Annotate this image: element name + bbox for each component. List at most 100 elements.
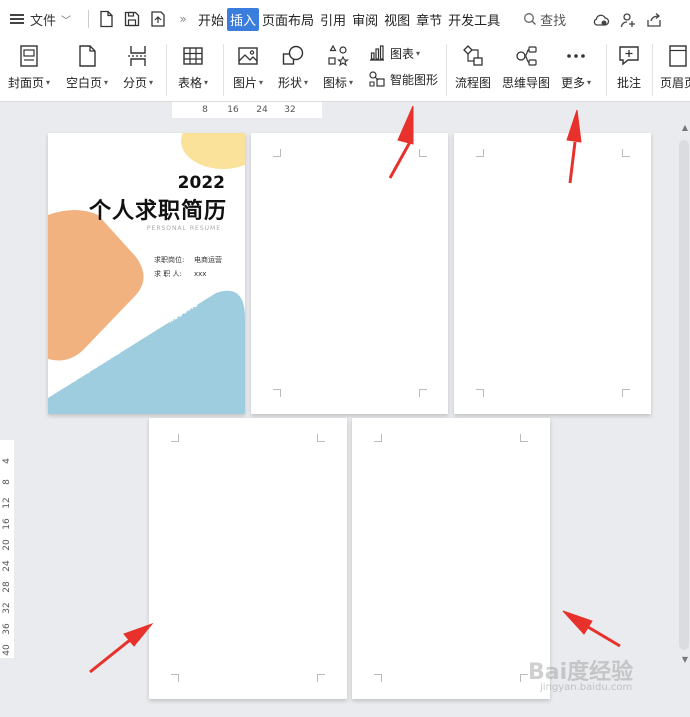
margin-corner-mark (374, 434, 382, 442)
search-button[interactable]: 查找 (523, 10, 566, 29)
collaborate-icon[interactable] (617, 9, 639, 31)
watermark-url: jingyan.baidu.com (540, 682, 633, 693)
red-arrow-icon (89, 622, 154, 674)
shape-button[interactable]: 形状 ▾ (278, 42, 308, 91)
more-button[interactable]: 更多 ▾ (561, 42, 591, 91)
chart-icon (370, 45, 384, 61)
export-pdf-icon[interactable] (147, 8, 169, 30)
save-icon[interactable] (121, 8, 143, 30)
comment-button[interactable]: 批注 (614, 42, 644, 91)
more-quick-access-icon[interactable]: » (171, 12, 195, 26)
margin-corner-mark (419, 389, 427, 397)
vertical-scrollbar[interactable] (679, 140, 689, 650)
scroll-down-icon[interactable]: ▼ (682, 655, 688, 664)
share-icon[interactable] (643, 9, 665, 31)
ruler-tick: 36 (2, 623, 12, 635)
cover-page-label: 封面页 (8, 76, 45, 90)
chevron-down-icon: ﹀ (61, 15, 72, 27)
horizontal-ruler[interactable]: 8 16 24 32 (172, 102, 322, 118)
table-icon (178, 42, 208, 70)
ruler-tick: 24 (2, 560, 12, 572)
smart-art-icon (369, 71, 385, 87)
dropdown-icon: ▾ (587, 78, 592, 87)
tab-insert[interactable]: 插入 (227, 7, 260, 31)
search-icon (524, 13, 537, 25)
icon-library-icon (323, 42, 353, 70)
picture-label: 图片 (233, 76, 258, 90)
cover-page-icon (14, 42, 44, 70)
cover-title: 个人求职简历 (88, 199, 227, 224)
flowchart-button[interactable]: 流程图 (455, 42, 491, 91)
ruler-tick: 40 (2, 644, 12, 656)
header-footer-button[interactable]: 页眉页 (660, 42, 690, 91)
ruler-tick: 16 (227, 105, 239, 115)
picture-button[interactable]: 图片 ▾ (233, 42, 263, 91)
cover-position-label: 求职岗位: (154, 256, 185, 264)
tab-view[interactable]: 视图 (381, 8, 413, 31)
ruler-tick: 8 (202, 105, 208, 115)
margin-corner-mark (622, 149, 630, 157)
divider (223, 44, 224, 96)
smart-art-button[interactable]: 智能图形 (368, 70, 438, 88)
flowchart-label: 流程图 (455, 76, 492, 90)
tab-page-layout[interactable]: 页面布局 (259, 8, 317, 31)
menu-bar: 文件 ﹀ » 开始 插入 页面布局 引用 审阅 视图 章节 开发工具 查找 (0, 0, 690, 38)
cover-year: 2022 (177, 173, 225, 193)
comment-icon (614, 42, 644, 70)
tab-references[interactable]: 引用 (317, 8, 349, 31)
dropdown-icon: ▾ (204, 78, 209, 87)
flowchart-icon (458, 42, 488, 70)
dropdown-icon: ▾ (149, 78, 154, 87)
picture-icon (233, 42, 263, 70)
margin-corner-mark (317, 674, 325, 682)
blank-page[interactable] (454, 133, 651, 414)
cover-position-value: 电商运营 (194, 256, 222, 264)
tab-developer[interactable]: 开发工具 (445, 8, 503, 31)
table-label: 表格 (178, 76, 203, 90)
cover-page[interactable]: PERSONAL RESUME 2022 个人求职简历 PERSONAL RES… (48, 133, 245, 414)
dropdown-icon: ▾ (259, 78, 264, 87)
file-menu-label: 文件 (30, 13, 57, 29)
icon-library-button[interactable]: 图标 ▾ (323, 42, 353, 91)
ruler-tick: 4 (2, 458, 12, 464)
more-icon (561, 42, 591, 70)
margin-corner-mark (476, 389, 484, 397)
mind-map-button[interactable]: 思维导图 (502, 42, 550, 91)
smart-art-label: 智能图形 (390, 72, 439, 87)
tab-chapter[interactable]: 章节 (413, 8, 445, 31)
ruler-tick: 32 (2, 602, 12, 614)
cloud-sync-icon[interactable] (590, 9, 612, 31)
shape-icon (278, 42, 308, 70)
margin-corner-mark (419, 149, 427, 157)
chart-button[interactable]: 图表 ▾ (368, 44, 420, 62)
margin-corner-mark (273, 389, 281, 397)
page-break-label: 分页 (123, 76, 148, 90)
blank-page-button[interactable]: 空白页 ▾ (66, 42, 108, 91)
blank-page[interactable] (251, 133, 448, 414)
blank-page[interactable] (352, 418, 550, 699)
ribbon-tabs: 开始 插入 页面布局 引用 审阅 视图 章节 开发工具 (195, 7, 503, 31)
table-button[interactable]: 表格 ▾ (178, 42, 208, 91)
file-menu-button[interactable]: 文件 ﹀ (0, 10, 84, 29)
icon-library-label: 图标 (323, 76, 348, 90)
ruler-tick: 20 (2, 539, 12, 551)
margin-corner-mark (622, 389, 630, 397)
page-break-icon (123, 42, 153, 70)
scroll-up-icon[interactable]: ▲ (682, 123, 688, 132)
blank-page[interactable] (149, 418, 347, 699)
page-break-button[interactable]: 分页 ▾ (123, 42, 153, 91)
comment-label: 批注 (616, 76, 641, 90)
cover-name-field: 求 职 人: xxx (154, 269, 206, 279)
shape-label: 形状 (278, 76, 303, 90)
new-document-icon[interactable] (95, 8, 117, 30)
margin-corner-mark (317, 434, 325, 442)
ruler-tick: 32 (284, 105, 296, 115)
ruler-tick: 12 (2, 497, 12, 509)
tab-home[interactable]: 开始 (195, 8, 227, 31)
margin-corner-mark (273, 149, 281, 157)
cover-page-button[interactable]: 封面页 ▾ (8, 42, 50, 91)
dropdown-icon: ▾ (349, 78, 354, 87)
red-arrow-icon (562, 610, 621, 648)
margin-corner-mark (520, 434, 528, 442)
tab-review[interactable]: 审阅 (349, 8, 381, 31)
